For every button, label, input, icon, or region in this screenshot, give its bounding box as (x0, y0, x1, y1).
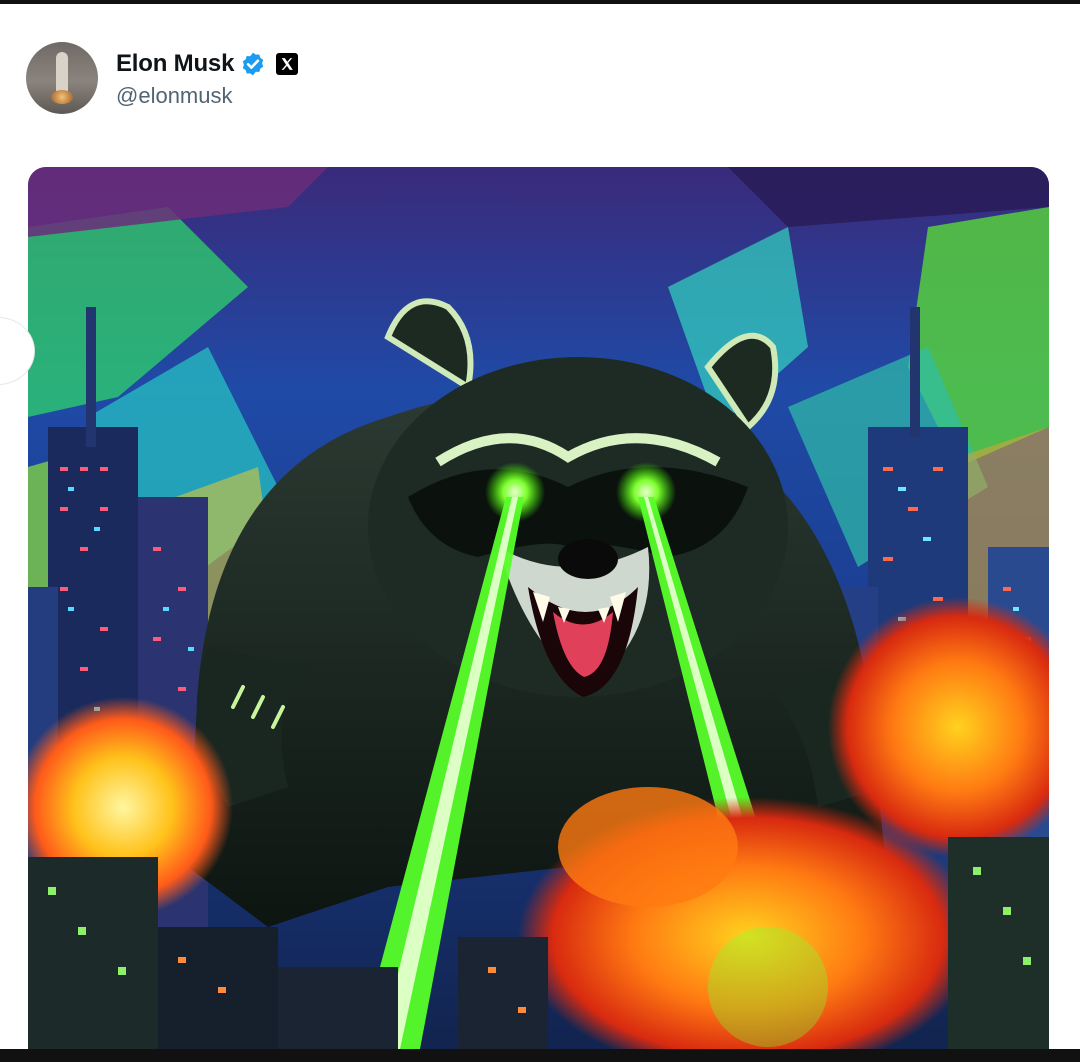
post-media-image[interactable] (28, 167, 1049, 1049)
author-display-name[interactable]: Elon Musk (116, 50, 234, 78)
rocket-flame (51, 90, 73, 104)
bottom-edge-bar (0, 1049, 1080, 1062)
raccoon-laser-artwork (28, 167, 1049, 1049)
author-avatar[interactable] (26, 42, 98, 114)
author-names: Elon Musk @elonmusk (116, 47, 299, 109)
top-edge-bar (0, 0, 1080, 4)
verified-check-icon (243, 52, 264, 76)
name-row: Elon Musk (116, 47, 299, 81)
author-handle[interactable]: @elonmusk (116, 83, 298, 109)
post-header: Elon Musk @elonmusk (26, 40, 299, 116)
x-logo-icon (276, 53, 299, 75)
